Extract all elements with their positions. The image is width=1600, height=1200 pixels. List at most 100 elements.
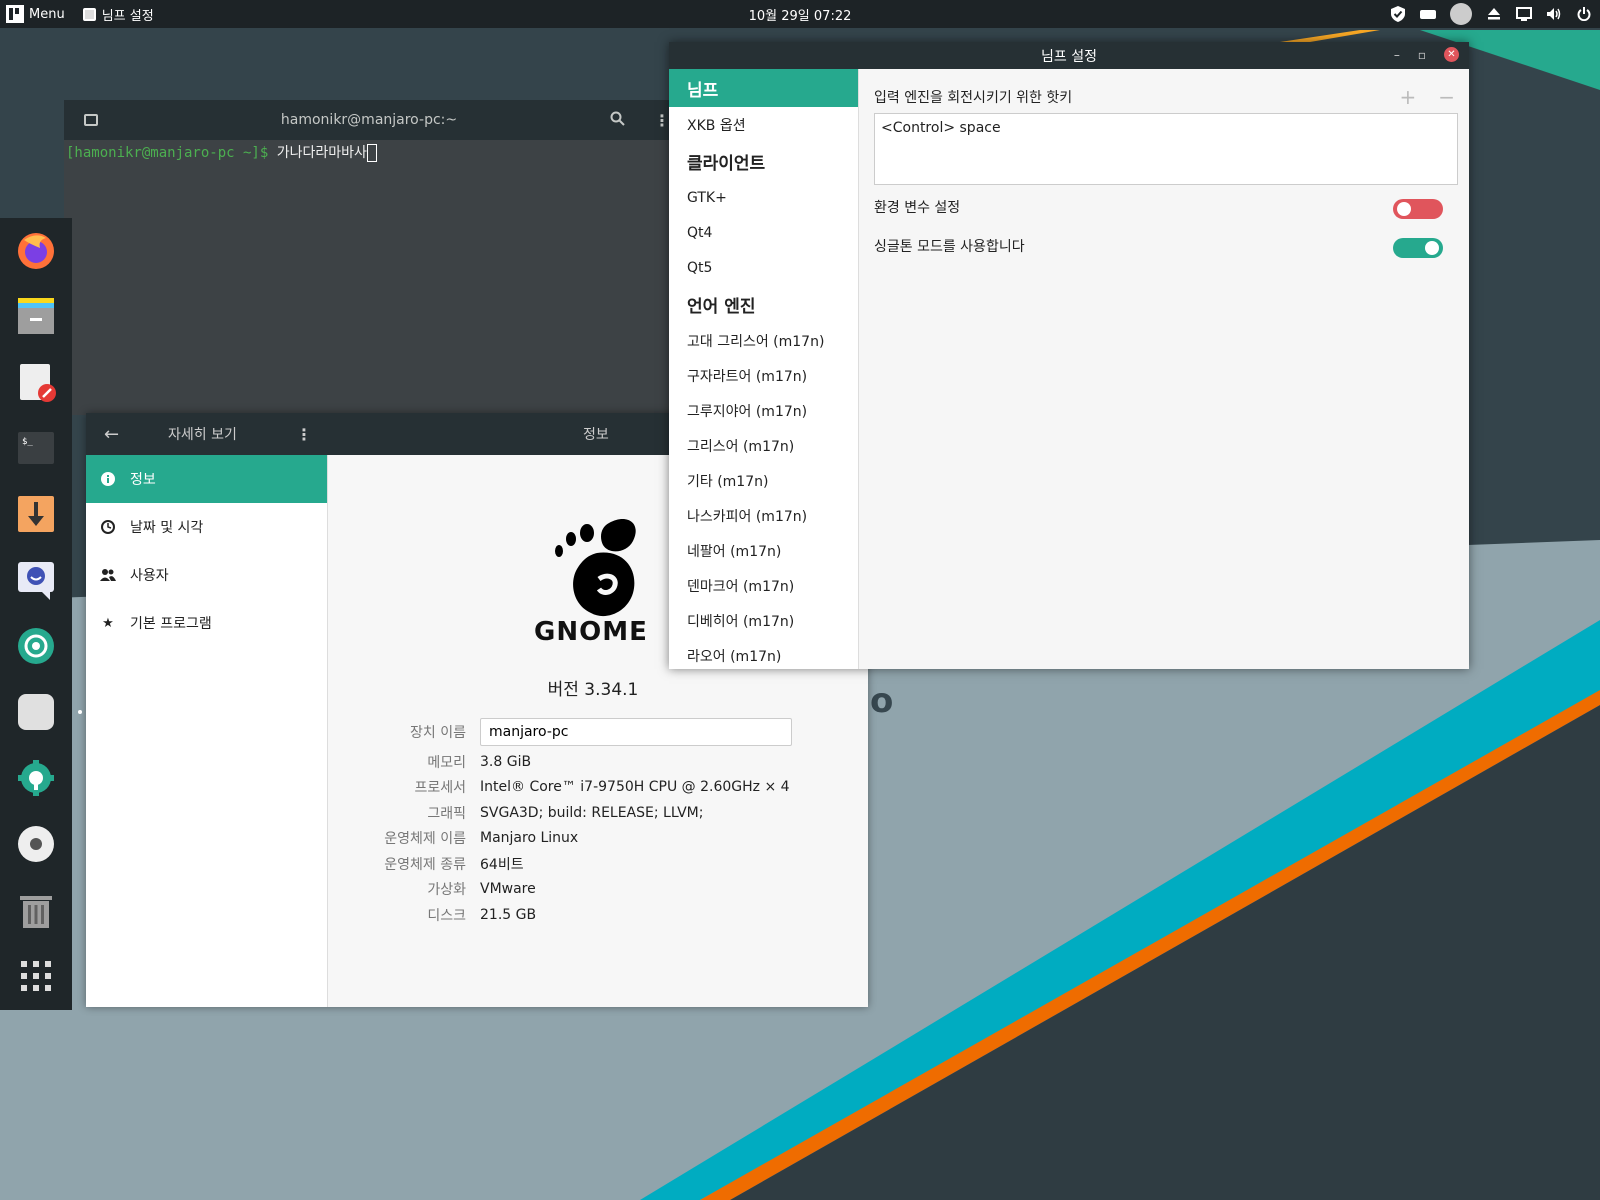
sidebar-item-about[interactable]: 정보 <box>86 455 327 503</box>
svg-text:$_: $_ <box>22 437 33 447</box>
chat-icon <box>18 562 54 600</box>
info-row: 프로세서 Intel® Core™ i7-9750H CPU @ 2.60GHz… <box>329 775 857 801</box>
device-name-field[interactable]: manjaro-pc <box>480 718 792 746</box>
settings-launcher[interactable] <box>14 756 58 800</box>
nimf-titlebar: 님프 설정 – ▫ ✕ <box>669 42 1469 69</box>
active-app-name: 님프 설정 <box>101 8 154 24</box>
nimf-settings-window[interactable]: 님프 설정 – ▫ ✕ 님프 XKB 옵션 클라이언트 GTK+ Qt4 Qt5… <box>669 42 1469 669</box>
nav-item-engine[interactable]: 덴마크어 (m17n) <box>669 568 858 603</box>
active-app-indicator[interactable]: 님프 설정 <box>82 5 154 24</box>
nav-item-engine[interactable]: 기타 (m17n) <box>669 463 858 498</box>
users-icon <box>100 567 116 583</box>
text-cursor <box>366 144 377 162</box>
info-value: 3.8 GiB <box>480 753 532 770</box>
camera-launcher[interactable] <box>14 624 58 668</box>
singleton-toggle[interactable] <box>1393 238 1443 258</box>
sidebar-item-datetime[interactable]: 날짜 및 시각 <box>86 503 327 551</box>
generic-app-launcher[interactable] <box>14 690 82 734</box>
kebab-menu-icon[interactable]: ⋮ <box>654 111 670 130</box>
terminal-title: hamonikr@manjaro-pc:~ <box>280 112 458 128</box>
hotkey-label: 입력 엔진을 회전시키기 위한 핫키 <box>874 90 1073 106</box>
nav-item-engine[interactable]: 그리스어 (m17n) <box>669 428 858 463</box>
terminal-icon: $_ <box>18 432 54 464</box>
gnome-wordmark: GNOME <box>534 617 648 647</box>
close-icon[interactable]: ✕ <box>1444 47 1459 62</box>
info-value: SVGA3D; build: RELEASE; LLVM; <box>480 804 704 821</box>
file-manager-icon <box>18 298 54 334</box>
menu-button[interactable]: Menu <box>0 5 65 23</box>
shell-prompt: [hamonikr@manjaro-pc ~]$ <box>66 145 269 161</box>
nav-item-engine[interactable]: 나스카피어 (m17n) <box>669 498 858 533</box>
search-icon[interactable] <box>610 111 625 130</box>
volume-icon[interactable] <box>1546 6 1562 22</box>
remove-hotkey-button[interactable]: − <box>1438 85 1455 109</box>
nav-item-qt5[interactable]: Qt5 <box>669 250 858 285</box>
nav-item-engine[interactable]: 그루지야어 (m17n) <box>669 393 858 428</box>
info-row: 운영체제 종류 64비트 <box>329 851 857 877</box>
terminal-window[interactable]: hamonikr@manjaro-pc:~ ⋮ [hamonikr@manjar… <box>64 100 674 415</box>
toggle-knob <box>1425 241 1439 255</box>
firefox-icon <box>18 233 54 269</box>
info-row: 운영체제 이름 Manjaro Linux <box>329 826 857 852</box>
nav-item-qt4[interactable]: Qt4 <box>669 215 858 250</box>
info-row: 디스크 21.5 GB <box>329 902 857 928</box>
clock-icon <box>100 519 116 535</box>
shield-icon[interactable] <box>1390 6 1406 22</box>
firefox-launcher[interactable] <box>14 228 58 272</box>
nav-item-engine[interactable]: 구자라트어 (m17n) <box>669 358 858 393</box>
power-icon[interactable] <box>1576 6 1592 22</box>
nav-item-engine[interactable]: 고대 그리스어 (m17n) <box>669 323 858 358</box>
running-indicator <box>78 710 82 714</box>
clock[interactable]: 10월 29일 07:22 <box>749 5 852 24</box>
nav-item-gtk[interactable]: GTK+ <box>669 180 858 215</box>
info-value: 64비트 <box>480 856 524 873</box>
disc-icon <box>18 826 54 862</box>
show-apps-button[interactable] <box>14 954 58 998</box>
star-icon: ★ <box>102 615 114 631</box>
back-arrow-icon[interactable]: ← <box>104 424 119 445</box>
window-title: 님프 설정 <box>1041 48 1097 65</box>
window-icon <box>82 7 96 21</box>
terminal-body[interactable]: [hamonikr@manjaro-pc ~]$ 가나다라마바사 <box>64 140 674 415</box>
info-row: 메모리 3.8 GiB <box>329 749 857 775</box>
eject-icon[interactable] <box>1486 6 1502 22</box>
info-row: 그래픽 SVGA3D; build: RELEASE; LLVM; <box>329 800 857 826</box>
nav-item-xkb-options[interactable]: XKB 옵션 <box>669 107 858 142</box>
minimize-icon[interactable]: – <box>1394 48 1400 62</box>
app-grid-icon <box>21 961 51 991</box>
sidebar-item-label: 정보 <box>130 472 156 488</box>
info-key: 메모리 <box>427 754 466 771</box>
maximize-icon[interactable]: ▫ <box>1418 48 1426 62</box>
avatar[interactable] <box>1450 3 1472 25</box>
terminal-launcher[interactable]: $_ <box>14 426 58 470</box>
manjaro-logo-icon <box>6 5 24 23</box>
sidebar-item-users[interactable]: 사용자 <box>86 551 327 599</box>
keyboard-icon[interactable] <box>1420 6 1436 22</box>
nimf-sidebar: 님프 XKB 옵션 클라이언트 GTK+ Qt4 Qt5 언어 엔진 고대 그리… <box>669 69 859 669</box>
screen-icon[interactable] <box>1516 6 1532 22</box>
trash-launcher[interactable] <box>14 888 58 932</box>
files-launcher[interactable] <box>14 294 58 338</box>
sidebar-item-label: 날짜 및 시각 <box>130 520 204 536</box>
info-key: 장치 이름 <box>410 725 466 741</box>
nav-item-engine[interactable]: 라오어 (m17n) <box>669 638 858 669</box>
kebab-menu-icon[interactable]: ⋮ <box>296 425 312 444</box>
chat-launcher[interactable] <box>14 558 58 602</box>
disc-launcher[interactable] <box>14 822 58 866</box>
hotkey-list[interactable]: <Control> space <box>874 113 1458 185</box>
nav-item-engine[interactable]: 디베히어 (m17n) <box>669 603 858 638</box>
nav-item-nimf[interactable]: 님프 <box>669 69 858 107</box>
text-editor-launcher[interactable] <box>14 360 58 404</box>
add-hotkey-button[interactable]: + <box>1399 85 1416 109</box>
trash-icon <box>20 896 52 928</box>
info-value: 21.5 GB <box>480 906 537 923</box>
new-tab-icon[interactable] <box>84 114 98 126</box>
env-toggle[interactable] <box>1393 199 1443 219</box>
nimf-main-panel: 입력 엔진을 회전시키기 위한 핫키 + − <Control> space 환… <box>860 69 1469 669</box>
info-value: Intel® Core™ i7-9750H CPU @ 2.60GHz × 4 <box>480 779 790 796</box>
sidebar-item-default-apps[interactable]: ★ 기본 프로그램 <box>86 599 327 647</box>
svg-text:o: o <box>870 681 893 721</box>
downloader-launcher[interactable] <box>14 492 58 536</box>
nav-item-engine[interactable]: 네팔어 (m17n) <box>669 533 858 568</box>
sidebar-item-label: 기본 프로그램 <box>130 616 212 632</box>
